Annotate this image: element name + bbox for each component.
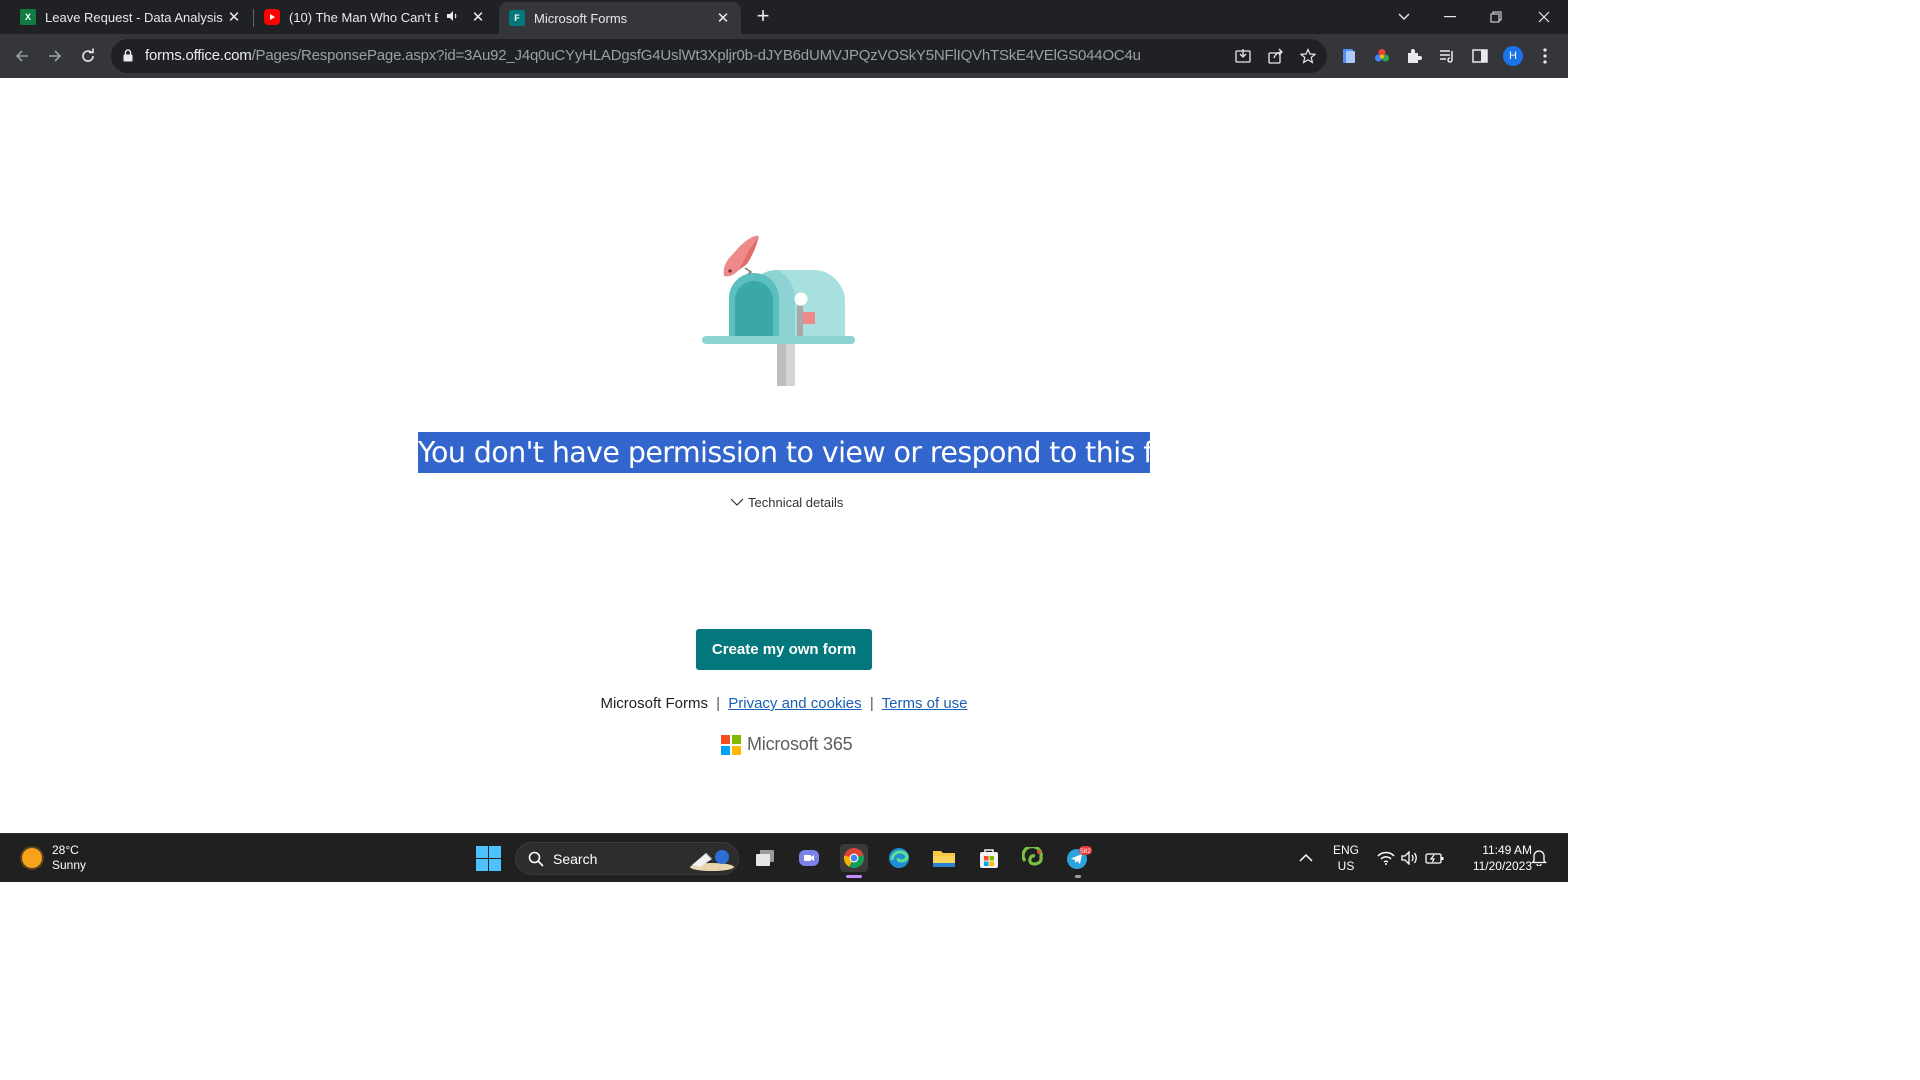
- tab-title: Leave Request - Data Analysis.xlsx: [45, 9, 224, 25]
- tab-separator: [253, 9, 254, 27]
- share-icon[interactable]: [1266, 46, 1286, 66]
- side-panel-icon[interactable]: [1469, 45, 1491, 67]
- new-tab-button[interactable]: +: [752, 5, 774, 28]
- microsoft-365-label: Microsoft 365: [747, 734, 853, 754]
- footer-brand: Microsoft Forms: [600, 695, 708, 712]
- tab-excel[interactable]: X Leave Request - Data Analysis.xlsx ✕: [12, 0, 252, 34]
- tab-microsoft-forms[interactable]: F Microsoft Forms ✕: [499, 2, 741, 34]
- chameleon-app-icon[interactable]: [1020, 844, 1048, 872]
- footer-separator: |: [869, 695, 874, 712]
- technical-details-toggle[interactable]: Technical details: [730, 492, 843, 512]
- install-app-icon[interactable]: [1233, 46, 1253, 66]
- technical-details-label: Technical details: [748, 494, 844, 510]
- terms-of-use-link[interactable]: Terms of use: [882, 695, 968, 712]
- microsoft-logo-icon: [721, 734, 741, 755]
- create-my-own-form-button[interactable]: Create my own form: [696, 629, 872, 670]
- sun-icon: [22, 848, 42, 868]
- tab-youtube[interactable]: (10) The Man Who Can't Be Moved ✕: [256, 0, 496, 34]
- url-text[interactable]: forms.office.com/Pages/ResponsePage.aspx…: [145, 47, 1141, 64]
- tab-title: Microsoft Forms: [534, 10, 628, 26]
- reload-button[interactable]: [72, 40, 104, 72]
- chevron-down-icon: [730, 498, 744, 506]
- restore-button[interactable]: [1473, 0, 1519, 34]
- telegram-badge-count: 582: [1080, 848, 1091, 855]
- weather-temperature: 28°C: [52, 843, 79, 857]
- close-tab-icon[interactable]: ✕: [468, 7, 488, 27]
- close-tab-icon[interactable]: ✕: [713, 8, 733, 28]
- back-button[interactable]: [6, 40, 38, 72]
- microsoft-365-branding: Microsoft 365: [721, 734, 853, 755]
- mailbox-illustration: [702, 235, 855, 386]
- start-button[interactable]: [476, 846, 501, 871]
- footer-links: Microsoft Forms | Privacy and cookies | …: [0, 695, 1568, 712]
- taskbar-search[interactable]: Search: [515, 842, 739, 875]
- task-view-icon[interactable]: [751, 844, 779, 872]
- tab-search-chevron-icon[interactable]: [1381, 0, 1427, 34]
- search-icon: [528, 851, 544, 872]
- excel-icon: X: [20, 9, 36, 25]
- bookmark-star-icon[interactable]: [1298, 46, 1318, 66]
- profile-avatar[interactable]: H: [1503, 46, 1523, 66]
- telegram-running-indicator: [1075, 875, 1081, 878]
- notification-bell-icon[interactable]: [1530, 849, 1548, 871]
- reading-list-icon[interactable]: [1436, 45, 1458, 67]
- search-highlight-icon: [690, 850, 734, 871]
- extensions-puzzle-icon[interactable]: [1403, 45, 1425, 67]
- kebab-menu-icon[interactable]: [1534, 45, 1556, 67]
- forms-icon: F: [509, 10, 525, 26]
- language-code: ENG: [1333, 843, 1360, 857]
- chrome-taskbar-icon[interactable]: [840, 844, 868, 872]
- forward-button[interactable]: [39, 40, 71, 72]
- url-host: forms.office.com: [145, 47, 252, 64]
- input-language-indicator[interactable]: ENG US: [1333, 842, 1359, 874]
- audio-playing-icon[interactable]: [446, 10, 460, 25]
- close-window-button[interactable]: [1521, 0, 1567, 34]
- forms-response-page: You don't have permission to view or res…: [0, 78, 1568, 833]
- clock-time: 11:49 AM: [1482, 843, 1532, 857]
- browser-toolbar: forms.office.com/Pages/ResponsePage.aspx…: [0, 34, 1568, 78]
- windows-taskbar: 28°C Sunny Search 582 ENG US 11:49 AM 11…: [0, 833, 1568, 882]
- telegram-icon[interactable]: 582: [1065, 844, 1093, 872]
- search-label: Search: [553, 851, 598, 867]
- tab-strip: X Leave Request - Data Analysis.xlsx ✕ (…: [0, 0, 1568, 34]
- show-hidden-icons-chevron-icon[interactable]: [1299, 849, 1313, 867]
- tab-title: (10) The Man Who Can't Be Moved: [289, 9, 438, 25]
- extension-docs-icon[interactable]: [1338, 45, 1360, 67]
- clock-date: 11/20/2023: [1472, 859, 1532, 873]
- footer-separator: |: [716, 695, 721, 712]
- wifi-icon[interactable]: [1376, 848, 1396, 868]
- microsoft-store-icon[interactable]: [975, 844, 1003, 872]
- file-explorer-icon[interactable]: [930, 844, 958, 872]
- language-region: US: [1337, 859, 1355, 873]
- close-tab-icon[interactable]: ✕: [224, 7, 244, 27]
- youtube-icon: [264, 9, 280, 25]
- weather-widget[interactable]: 28°C Sunny: [22, 843, 86, 873]
- system-clock[interactable]: 11:49 AM 11/20/2023: [1452, 842, 1532, 874]
- privacy-cookies-link[interactable]: Privacy and cookies: [728, 695, 861, 712]
- chrome-active-indicator: [846, 875, 862, 878]
- teams-chat-icon[interactable]: [795, 844, 823, 872]
- address-bar[interactable]: forms.office.com/Pages/ResponsePage.aspx…: [111, 39, 1327, 73]
- extension-color-icon[interactable]: [1371, 45, 1393, 67]
- minimize-button[interactable]: [1427, 0, 1473, 34]
- url-path: /Pages/ResponsePage.aspx?id=3Au92_J4q0uC…: [251, 47, 1141, 64]
- edge-icon[interactable]: [885, 844, 913, 872]
- weather-condition: Sunny: [52, 858, 87, 872]
- volume-icon[interactable]: [1400, 848, 1420, 868]
- lock-icon[interactable]: [123, 49, 133, 67]
- permission-error-heading: You don't have permission to view or res…: [418, 432, 1208, 473]
- battery-icon[interactable]: [1425, 848, 1445, 868]
